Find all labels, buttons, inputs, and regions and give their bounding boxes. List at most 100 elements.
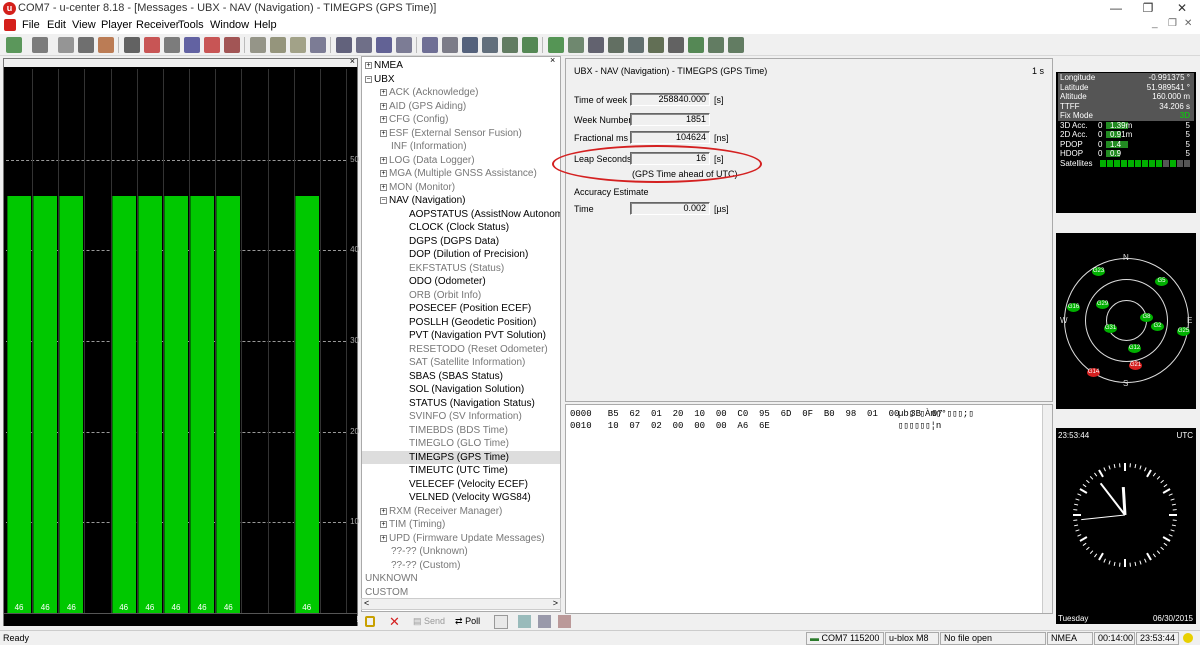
- tree-item-sol[interactable]: SOL (Navigation Solution): [362, 383, 560, 397]
- menu-file[interactable]: File: [22, 19, 40, 31]
- tree-expand-icon[interactable]: +: [380, 102, 387, 110]
- tree-item-dgps[interactable]: DGPS (DGPS Data): [362, 235, 560, 249]
- toolbar-meas2-icon[interactable]: [164, 37, 180, 53]
- tree-item-dop[interactable]: DOP (Dilution of Precision): [362, 248, 560, 262]
- toolbar-pos-icon-icon[interactable]: [124, 37, 140, 53]
- tree-item-posllh[interactable]: POSLLH (Geodetic Position): [362, 316, 560, 330]
- tree-item-velned[interactable]: VELNED (Velocity WGS84): [362, 491, 560, 505]
- tree-item-inf[interactable]: INF (Information): [362, 140, 560, 154]
- tree-expand-icon[interactable]: +: [380, 507, 387, 515]
- toolbar-msg3-icon[interactable]: [290, 37, 306, 53]
- tree-expand-icon[interactable]: +: [380, 116, 387, 123]
- mdi-minimize-button[interactable]: _: [1152, 18, 1158, 29]
- tree-item-nmea[interactable]: + NMEA: [362, 59, 560, 73]
- toolbar-view3-icon[interactable]: [376, 37, 392, 53]
- toolbar-window2-icon[interactable]: [442, 37, 458, 53]
- toolbar-db8-icon[interactable]: [608, 37, 624, 53]
- tree-item-aopstatus[interactable]: AOPSTATUS (AssistNow Autonomous: [362, 208, 560, 222]
- toolbar-db7-icon[interactable]: [588, 37, 604, 53]
- poll-button[interactable]: ⇄ Poll: [455, 616, 480, 627]
- tree-item-aid[interactable]: + AID (GPS Aiding): [362, 100, 560, 114]
- u-center-app-icon[interactable]: u: [3, 2, 16, 15]
- tree-item-ekfstatus[interactable]: EKFSTATUS (Status): [362, 262, 560, 276]
- tree-item-svinfo[interactable]: SVINFO (SV Information): [362, 410, 560, 424]
- tree-item-timegps[interactable]: TIMEGPS (GPS Time): [362, 450, 560, 464]
- toolbar-db3-icon[interactable]: [502, 37, 518, 53]
- tree-expand-icon[interactable]: +: [380, 156, 387, 164]
- tree-collapse-icon[interactable]: −: [380, 197, 387, 204]
- document-icon[interactable]: [4, 19, 16, 31]
- tree-item-????[interactable]: ??-?? (Unknown): [362, 545, 560, 559]
- toolbar-msg1-icon[interactable]: [250, 37, 266, 53]
- menu-player[interactable]: Player: [101, 19, 132, 31]
- tree-expand-icon[interactable]: +: [380, 521, 387, 528]
- tree-item-cfg[interactable]: + CFG (Config): [362, 113, 560, 127]
- toolbar-db4-icon[interactable]: [522, 37, 538, 53]
- tree-item-timeutc[interactable]: TIMEUTC (UTC Time): [362, 464, 560, 478]
- toolbar-msg4-icon[interactable]: [310, 37, 326, 53]
- toolbar-view1-icon[interactable]: [336, 37, 352, 53]
- tree-item-unknown[interactable]: UNKNOWN: [362, 572, 560, 586]
- toolbar-debug-icon[interactable]: [98, 37, 114, 53]
- tree-item-sbas[interactable]: SBAS (SBAS Status): [362, 370, 560, 384]
- scroll-left-icon[interactable]: <: [364, 598, 369, 608]
- toolbar-sniffer-icon[interactable]: [78, 37, 94, 53]
- tree-item-resetodo[interactable]: RESETODO (Reset Odometer): [362, 343, 560, 357]
- close-button[interactable]: ✕: [1166, 0, 1198, 17]
- mdi-close-button[interactable]: ✕: [1184, 18, 1192, 29]
- tree-item-status[interactable]: STATUS (Navigation Status): [362, 397, 560, 411]
- tree-item-pvt[interactable]: PVT (Navigation PVT Solution): [362, 329, 560, 343]
- toolbar-db2-icon[interactable]: [482, 37, 498, 53]
- toolbar-db6-icon[interactable]: [568, 37, 584, 53]
- stop-icon[interactable]: ✕: [389, 614, 400, 630]
- tree-item-custom[interactable]: CUSTOM: [362, 586, 560, 600]
- message-tree[interactable]: × + NMEA − UBX + ACK (Acknowledge) + AID (GPS A…: [361, 56, 561, 612]
- restore-button[interactable]: ❐: [1132, 0, 1164, 17]
- tree-item-timebds[interactable]: TIMEBDS (BDS Time): [362, 424, 560, 438]
- tree-expand-icon[interactable]: +: [365, 62, 372, 69]
- menu-help[interactable]: Help: [254, 19, 277, 31]
- status-port[interactable]: ▬ COM7 115200: [806, 632, 884, 645]
- tree-expand-icon[interactable]: +: [380, 183, 387, 191]
- tree-item-velecef[interactable]: VELECEF (Velocity ECEF): [362, 478, 560, 492]
- tree-horizontal-scrollbar[interactable]: < >: [361, 598, 561, 610]
- lock-icon[interactable]: [365, 616, 375, 627]
- tree-item-nav[interactable]: − NAV (Navigation): [362, 194, 560, 208]
- toolbar-autobaud-icon[interactable]: [58, 37, 74, 53]
- toolbar-meas5-icon[interactable]: [224, 37, 240, 53]
- export-icon[interactable]: [558, 615, 571, 628]
- tree-item-clock[interactable]: CLOCK (Clock Status): [362, 221, 560, 235]
- tree-item-ack[interactable]: + ACK (Acknowledge): [362, 86, 560, 100]
- toolbar-meas4-icon[interactable]: [204, 37, 220, 53]
- tree-item-rxm[interactable]: + RXM (Receiver Manager): [362, 505, 560, 519]
- auto-poll-icon[interactable]: [494, 615, 508, 629]
- tree-item-esf[interactable]: + ESF (External Sensor Fusion): [362, 127, 560, 141]
- tree-item-tim[interactable]: + TIM (Timing): [362, 518, 560, 532]
- tree-item-posecef[interactable]: POSECEF (Position ECEF): [362, 302, 560, 316]
- toolbar-db14-icon[interactable]: [728, 37, 744, 53]
- tree-item-mga[interactable]: + MGA (Multiple GNSS Assistance): [362, 167, 560, 181]
- scroll-right-icon[interactable]: >: [553, 598, 558, 608]
- copy-icon[interactable]: [538, 615, 551, 628]
- toolbar-baudrate-icon[interactable]: [32, 37, 48, 53]
- minimize-button[interactable]: —: [1100, 0, 1132, 17]
- toolbar-db12-icon[interactable]: [688, 37, 704, 53]
- tree-expand-icon[interactable]: +: [380, 89, 387, 96]
- tree-item-timeglo[interactable]: TIMEGLO (GLO Time): [362, 437, 560, 451]
- tree-item-log[interactable]: + LOG (Data Logger): [362, 154, 560, 168]
- tree-expand-icon[interactable]: +: [380, 129, 387, 137]
- menu-tools[interactable]: Tools: [178, 19, 204, 31]
- menu-edit[interactable]: Edit: [47, 19, 66, 31]
- tree-expand-icon[interactable]: +: [380, 170, 387, 177]
- menu-view[interactable]: View: [72, 19, 96, 31]
- tree-item-odo[interactable]: ODO (Odometer): [362, 275, 560, 289]
- tree-item-upd[interactable]: + UPD (Firmware Update Messages): [362, 532, 560, 546]
- menu-window[interactable]: Window: [210, 19, 249, 31]
- tree-collapse-icon[interactable]: −: [365, 75, 372, 83]
- tree-item-ubx[interactable]: − UBX: [362, 73, 560, 87]
- tree-item-????[interactable]: ??-?? (Custom): [362, 559, 560, 573]
- toolbar-view4-icon[interactable]: [396, 37, 412, 53]
- toolbar-meas1-icon[interactable]: [144, 37, 160, 53]
- refresh-icon[interactable]: [518, 615, 531, 628]
- toolbar-db10-icon[interactable]: [648, 37, 664, 53]
